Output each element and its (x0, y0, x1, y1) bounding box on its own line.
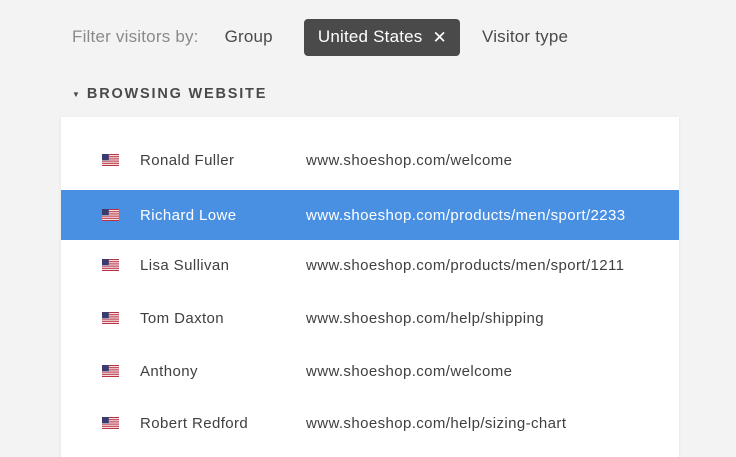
filter-label: Filter visitors by: (72, 27, 199, 46)
visitor-row[interactable]: Richard Lowe www.shoeshop.com/products/m… (61, 190, 679, 240)
visitor-list: Ronald Fuller www.shoeshop.com/welcome R… (61, 117, 679, 457)
visitor-row[interactable]: Tom Daxton www.shoeshop.com/help/shippin… (61, 293, 679, 343)
visitor-name: Lisa Sullivan (140, 256, 230, 274)
visitor-url: www.shoeshop.com/products/men/sport/2233 (306, 206, 626, 224)
filter-option-visitor-type[interactable]: Visitor type (482, 27, 568, 47)
visitor-row[interactable]: Ronald Fuller www.shoeshop.com/welcome (61, 135, 679, 185)
visitor-name: Robert Redford (140, 414, 249, 432)
us-flag-icon (102, 259, 119, 271)
filter-chip-united-states[interactable]: United States ✕ (303, 18, 460, 56)
us-flag-icon (102, 209, 119, 221)
visitor-row[interactable]: Robert Redford www.shoeshop.com/help/siz… (61, 398, 679, 448)
section-header-browsing-website[interactable]: ▼ BROWSING WEBSITE (72, 86, 267, 102)
visitor-name: Ronald Fuller (140, 151, 235, 169)
filter-chip-label: United States (317, 27, 423, 46)
caret-down-icon: ▼ (72, 89, 80, 99)
us-flag-icon (102, 365, 119, 377)
visitor-name: Anthony (140, 362, 198, 380)
filter-bar: Filter visitors by: Group United States … (72, 18, 568, 56)
us-flag-icon (102, 154, 119, 166)
close-icon[interactable]: ✕ (433, 29, 447, 46)
visitor-url: www.shoeshop.com/help/sizing-chart (306, 414, 567, 432)
section-title: BROWSING WEBSITE (86, 86, 268, 102)
filter-option-group[interactable]: Group (225, 27, 273, 47)
visitor-name: Richard Lowe (140, 206, 237, 224)
visitor-row[interactable]: Lisa Sullivan www.shoeshop.com/products/… (61, 240, 679, 290)
visitor-url: www.shoeshop.com/welcome (306, 362, 513, 380)
us-flag-icon (102, 312, 119, 324)
visitor-url: www.shoeshop.com/help/shipping (306, 309, 544, 327)
visitor-row[interactable]: Anthony www.shoeshop.com/welcome (61, 346, 679, 396)
us-flag-icon (102, 417, 119, 429)
visitor-name: Tom Daxton (140, 309, 225, 327)
visitor-url: www.shoeshop.com/welcome (306, 151, 513, 169)
visitor-url: www.shoeshop.com/products/men/sport/1211 (306, 256, 625, 274)
